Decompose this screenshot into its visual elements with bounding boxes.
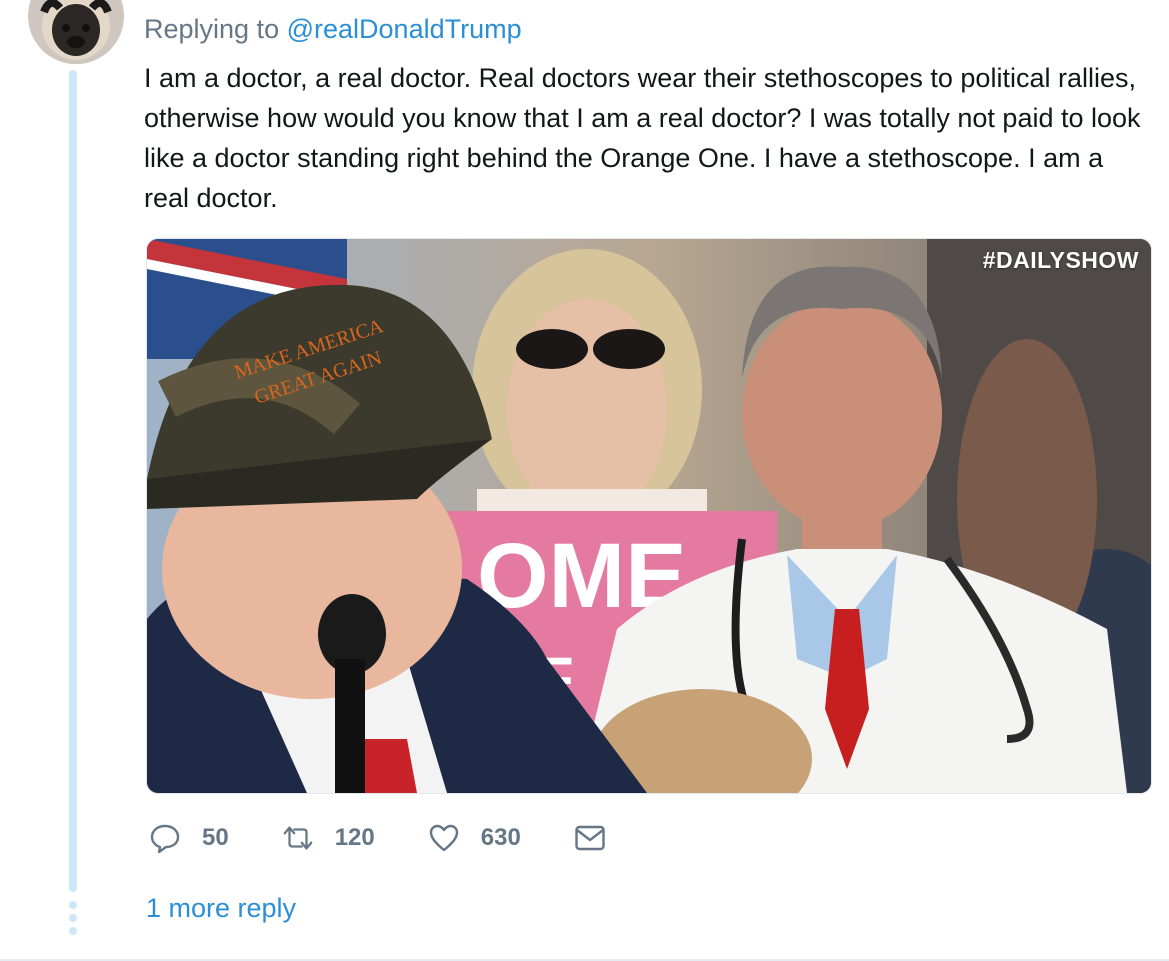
tweet-media-image[interactable]: OME F MAKE AMERICA GREAT AGAIN #DAILYSHO… [146, 238, 1152, 794]
reply-button[interactable]: 50 [148, 821, 229, 855]
like-count: 630 [480, 824, 521, 851]
pug-avatar-image [28, 0, 124, 64]
replying-to-label: Replying to [144, 14, 280, 44]
replying-to-line: Replying to @realDonaldTrump [144, 14, 522, 45]
retweet-count: 120 [334, 824, 375, 851]
retweet-icon [281, 821, 315, 855]
thread-dot [69, 901, 77, 909]
reply-count: 50 [202, 824, 229, 851]
rally-photo: OME F MAKE AMERICA GREAT AGAIN [147, 239, 1151, 793]
direct-message-button[interactable] [573, 821, 607, 855]
thread-dot [69, 914, 77, 922]
retweet-button[interactable]: 120 [281, 821, 375, 855]
more-replies-link[interactable]: 1 more reply [146, 893, 296, 924]
direct-message-icon [573, 821, 607, 855]
replying-to-handle[interactable]: @realDonaldTrump [287, 14, 522, 44]
like-button[interactable]: 630 [427, 821, 521, 855]
media-watermark: #DAILYSHOW [982, 247, 1139, 273]
tweet-text: I am a doctor, a real doctor. Real docto… [144, 63, 1141, 213]
like-icon [427, 821, 461, 855]
reply-icon [148, 821, 182, 855]
thread-dot [69, 927, 77, 935]
avatar[interactable] [28, 0, 124, 64]
tweet-actions: 50 120 630 [148, 818, 659, 858]
thread-more-dots[interactable] [69, 901, 77, 935]
thread-line [69, 70, 77, 892]
